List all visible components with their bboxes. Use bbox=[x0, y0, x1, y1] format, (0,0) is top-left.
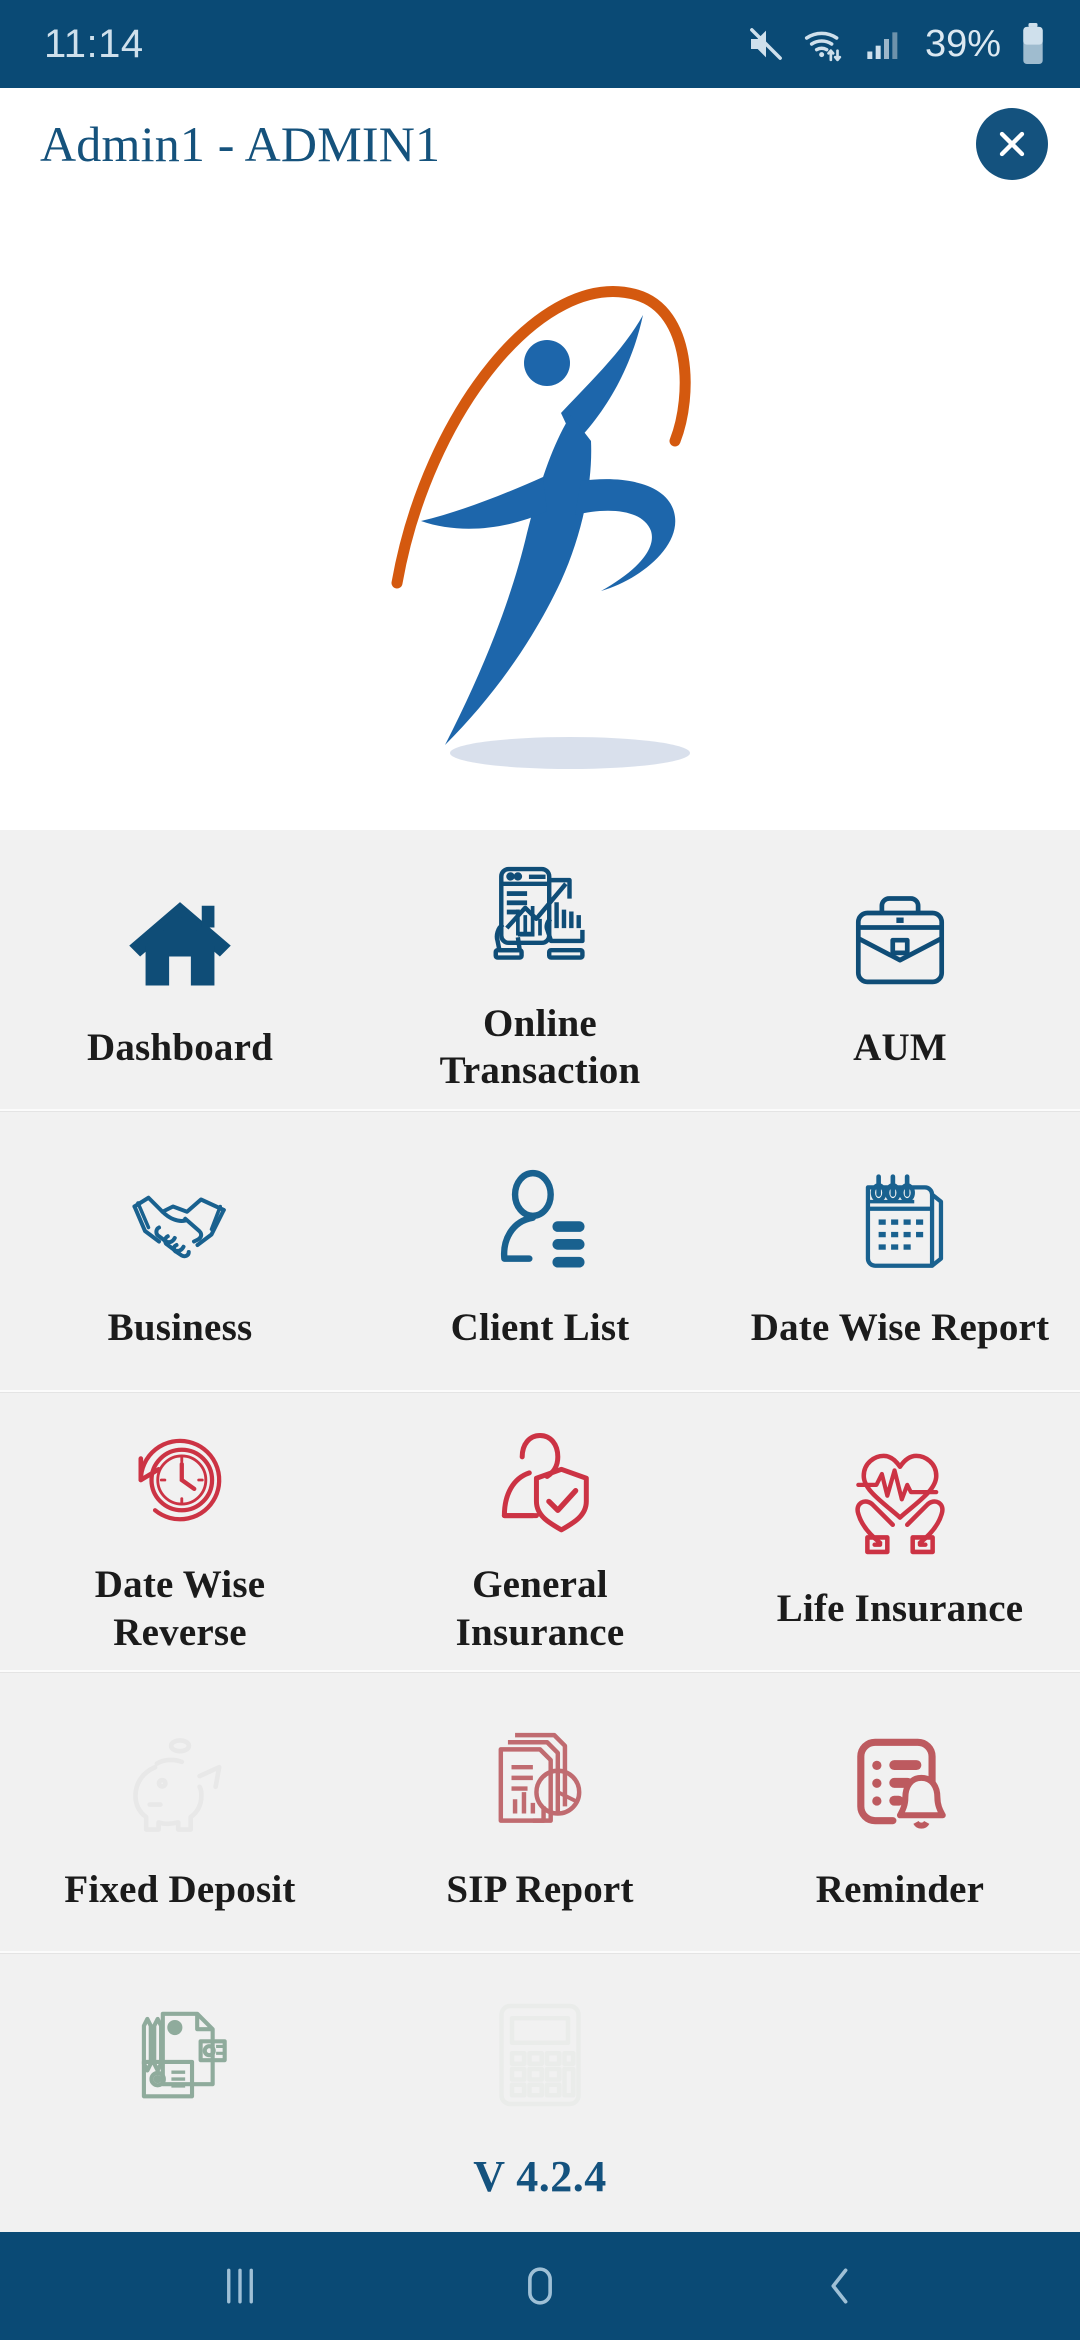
company-logo bbox=[375, 245, 705, 785]
menu-item-label: Business bbox=[107, 1306, 253, 1350]
menu-item-label: Life Insurance bbox=[776, 1587, 1024, 1631]
menu-item-documents[interactable] bbox=[0, 1953, 360, 2232]
close-button[interactable] bbox=[976, 108, 1048, 180]
menu-item-business[interactable]: Business bbox=[0, 1111, 360, 1390]
menu-row: Date Wise Reverse General Insurance Life… bbox=[0, 1392, 1080, 1673]
menu-item-label: Online Transaction bbox=[439, 1001, 641, 1093]
recents-button[interactable] bbox=[180, 2232, 300, 2340]
heart-hands-icon bbox=[842, 1429, 958, 1561]
menu-item-client-list[interactable]: Client List bbox=[360, 1111, 720, 1390]
menu-item-dashboard[interactable]: Dashboard bbox=[0, 830, 360, 1109]
mute-icon bbox=[746, 24, 786, 64]
home-button[interactable] bbox=[480, 2232, 600, 2340]
back-button[interactable] bbox=[780, 2232, 900, 2340]
menu-item-label: Fixed Deposit bbox=[64, 1868, 296, 1911]
piggy-bank-icon bbox=[123, 1710, 237, 1842]
menu-row: V 4.2.4 bbox=[0, 1953, 1080, 2232]
menu-item-label: Date Wise Report bbox=[750, 1306, 1050, 1350]
recents-icon bbox=[227, 2268, 253, 2304]
menu-item-label: Dashboard bbox=[86, 1025, 274, 1069]
menu-item-label: Client List bbox=[450, 1306, 630, 1350]
back-icon bbox=[831, 2268, 848, 2304]
menu-item-label: SIP Report bbox=[446, 1868, 634, 1911]
status-bar: 11:14 39% bbox=[0, 0, 1080, 88]
menu-item-label: Reminder bbox=[815, 1868, 985, 1911]
battery-percent-label: 39% bbox=[924, 22, 1001, 65]
wifi-icon bbox=[803, 24, 847, 64]
menu-item-calculator[interactable]: V 4.2.4 bbox=[360, 1953, 720, 2232]
menu-item-label: Date Wise Reverse bbox=[94, 1563, 266, 1654]
signal-icon bbox=[864, 24, 904, 64]
documents-pencil-icon bbox=[125, 1979, 235, 2111]
status-clock: 11:14 bbox=[44, 21, 144, 66]
menu-item-label: AUM bbox=[853, 1025, 947, 1069]
menu-row: Business Client List Date Wise Report bbox=[0, 1111, 1080, 1392]
person-shield-icon bbox=[483, 1405, 597, 1537]
sip-report-icon bbox=[483, 1710, 597, 1842]
close-icon bbox=[999, 131, 1025, 157]
menu-item-label: General Insurance bbox=[455, 1563, 625, 1654]
client-list-icon bbox=[483, 1148, 597, 1280]
logo-area bbox=[0, 200, 1080, 830]
menu-row: Dashboard Online Transaction AUM bbox=[0, 830, 1080, 1111]
menu-item-fixed-deposit[interactable]: Fixed Deposit bbox=[0, 1672, 360, 1951]
calculator-icon bbox=[488, 1979, 592, 2111]
clock-reverse-icon bbox=[123, 1405, 237, 1537]
online-transaction-icon bbox=[481, 844, 599, 976]
reminder-bell-icon bbox=[843, 1710, 957, 1842]
menu-item-date-wise-reverse[interactable]: Date Wise Reverse bbox=[0, 1392, 360, 1671]
calendar-icon bbox=[843, 1148, 957, 1280]
menu-grid: Dashboard Online Transaction AUM Busines… bbox=[0, 830, 1080, 2232]
android-nav-bar bbox=[0, 2232, 1080, 2340]
briefcase-icon bbox=[842, 868, 958, 1000]
status-icons: 39% bbox=[746, 23, 1046, 66]
menu-item-placeholder bbox=[720, 1953, 1080, 2232]
battery-icon bbox=[1020, 23, 1046, 65]
app-header: Admin1 - ADMIN1 bbox=[0, 88, 1080, 200]
menu-item-online-transaction[interactable]: Online Transaction bbox=[360, 830, 720, 1109]
home-icon bbox=[528, 2267, 552, 2305]
menu-item-aum[interactable]: AUM bbox=[720, 830, 1080, 1109]
menu-item-sip-report[interactable]: SIP Report bbox=[360, 1672, 720, 1951]
menu-item-date-wise-report[interactable]: Date Wise Report bbox=[720, 1111, 1080, 1390]
handshake-icon bbox=[124, 1148, 236, 1280]
menu-row: Fixed Deposit SIP Report Reminder bbox=[0, 1672, 1080, 1954]
home-icon bbox=[122, 868, 238, 1000]
app-version: V 4.2.4 bbox=[473, 2152, 607, 2202]
menu-item-life-insurance[interactable]: Life Insurance bbox=[720, 1392, 1080, 1671]
page-title: Admin1 - ADMIN1 bbox=[40, 116, 441, 172]
menu-item-reminder[interactable]: Reminder bbox=[720, 1672, 1080, 1951]
menu-item-general-insurance[interactable]: General Insurance bbox=[360, 1392, 720, 1671]
